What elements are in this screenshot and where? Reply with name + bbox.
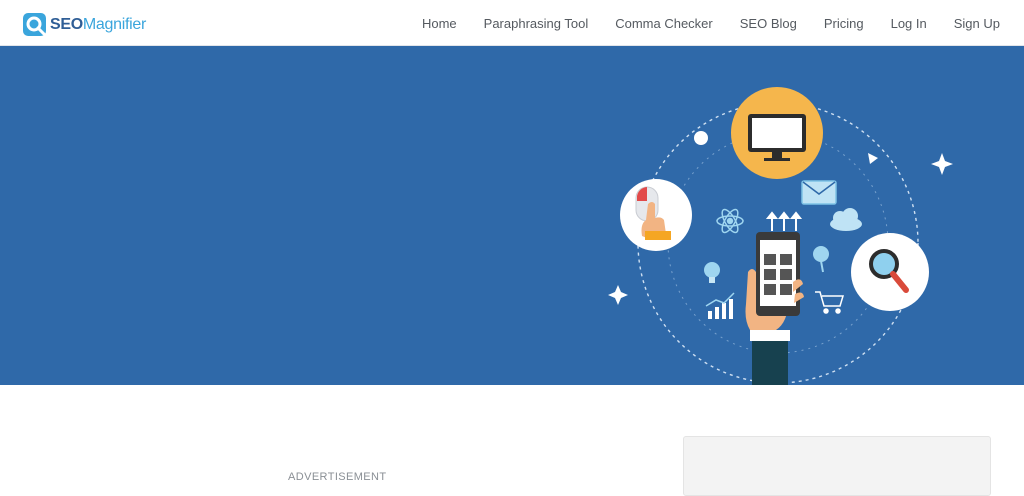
nav-comma-checker[interactable]: Comma Checker xyxy=(615,16,713,31)
growth-chart-icon xyxy=(705,292,735,319)
main-content: ADVERTISEMENT xyxy=(0,385,1024,496)
nav-home[interactable]: Home xyxy=(422,16,457,31)
nav-sign-up[interactable]: Sign Up xyxy=(954,16,1000,31)
mouse-click-bubble-icon xyxy=(620,179,692,251)
hero-illustration xyxy=(608,87,953,385)
main-nav: Home Paraphrasing Tool Comma Checker SEO… xyxy=(395,0,1000,46)
location-pin-icon xyxy=(813,246,829,273)
magnifier-logo-icon xyxy=(23,13,46,36)
arrow-pointer-icon xyxy=(868,153,878,164)
lightbulb-icon xyxy=(704,262,720,283)
orbit-dot-icon xyxy=(694,131,708,145)
shopping-cart-icon xyxy=(815,291,845,314)
hand-holding-phone-icon xyxy=(745,232,804,385)
logo-wordmark: SEOMagnifier xyxy=(50,12,146,38)
atom-icon xyxy=(716,208,744,234)
nav-paraphrasing-tool[interactable]: Paraphrasing Tool xyxy=(484,16,589,31)
cloud-icon xyxy=(830,208,862,231)
monitor-bubble-icon xyxy=(731,87,823,179)
site-header: SEOMagnifier Home Paraphrasing Tool Comm… xyxy=(0,0,1024,46)
advertisement-label: ADVERTISEMENT xyxy=(288,471,387,483)
magnifier-bubble-icon xyxy=(851,233,929,311)
logo-text-seo: SEO xyxy=(50,16,83,33)
hero-banner xyxy=(0,46,1024,385)
sidebar-box xyxy=(683,436,991,496)
upload-arrows-icon xyxy=(765,211,803,231)
envelope-icon xyxy=(801,180,837,205)
nav-pricing[interactable]: Pricing xyxy=(824,16,864,31)
logo-text-magnifier: Magnifier xyxy=(82,16,146,33)
site-logo[interactable]: SEOMagnifier xyxy=(22,11,146,39)
nav-seo-blog[interactable]: SEO Blog xyxy=(740,16,797,31)
nav-log-in[interactable]: Log In xyxy=(891,16,927,31)
